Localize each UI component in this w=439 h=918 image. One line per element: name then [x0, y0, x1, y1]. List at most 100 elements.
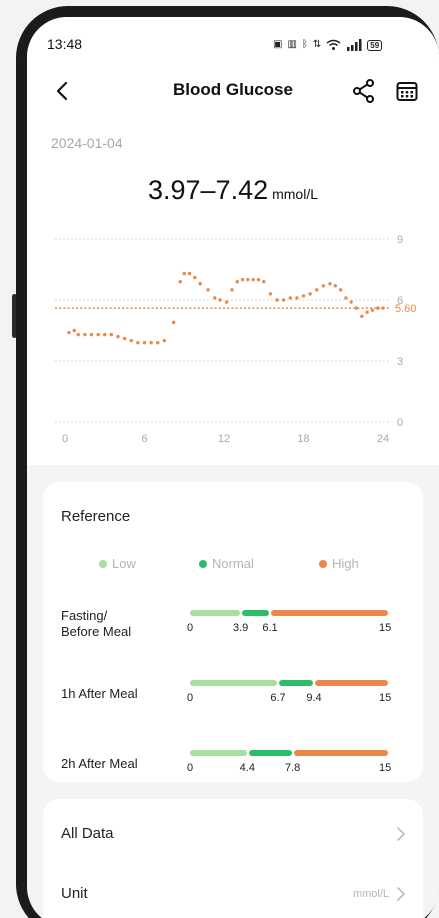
calendar-icon[interactable]: [395, 79, 419, 103]
vibrate-icon: ▥: [287, 39, 297, 50]
data-point: [171, 320, 176, 325]
data-point: [376, 306, 380, 310]
range-segment-normal: [242, 610, 270, 616]
legend-normal-dot: [199, 559, 207, 568]
share-icon[interactable]: [351, 78, 377, 104]
page-title: Blood Glucose: [173, 80, 293, 99]
data-point: [288, 296, 292, 300]
data-point: [218, 298, 222, 302]
range-segment-low: [190, 750, 247, 756]
legend-low-label: Low: [112, 556, 136, 571]
range-unit: mmol/L: [272, 186, 319, 202]
data-point: [275, 298, 279, 302]
data-point: [246, 277, 250, 282]
data-point: [142, 341, 147, 345]
range-tick-label: 15: [379, 622, 392, 634]
data-point: [162, 338, 167, 343]
range-tick-label: 0: [187, 622, 194, 634]
range-tick-label: 3.9: [233, 622, 249, 634]
y-tick-label: 9: [397, 234, 403, 246]
x-tick-label: 6: [141, 433, 147, 445]
data-point: [256, 277, 261, 282]
app-bar: Blood Glucose: [27, 73, 439, 109]
data-point: [149, 341, 153, 345]
status-icons: ▣ ▥ ᛒ ⇅ 59: [273, 38, 383, 52]
x-tick-label: 24: [377, 433, 389, 445]
data-point: [315, 288, 319, 292]
date-label: 2024-01-04: [51, 135, 123, 151]
nfc-icon: ▣: [273, 39, 283, 50]
data-point: [129, 338, 133, 343]
data-point: [89, 332, 94, 337]
data-point: [76, 332, 80, 337]
screen: 13:48 ▣ ▥ ᛒ ⇅ 59 Blood Glucose 2024-01-0…: [27, 17, 439, 918]
range-segment-normal: [248, 750, 292, 756]
data-point: [354, 306, 359, 310]
chevron-right-icon: [397, 887, 406, 901]
data-point: [281, 298, 286, 302]
data-point: [224, 300, 229, 304]
data-point: [182, 271, 186, 276]
range-tick-label: 9.4: [306, 692, 322, 704]
data-point: [321, 284, 326, 288]
data-point: [328, 282, 332, 286]
ref-row-label: Fasting/ Before Meal: [61, 608, 131, 640]
data-point: [344, 296, 348, 300]
ref-row-label-line2: Before Meal: [61, 624, 132, 639]
wifi-icon: [326, 39, 341, 50]
data-point: [370, 308, 375, 312]
legend-normal: Normal: [199, 556, 254, 571]
data-point: [230, 288, 234, 292]
data-point: [83, 332, 87, 337]
device-frame: 13:48 ▣ ▥ ᛒ ⇅ 59 Blood Glucose 2024-01-0…: [0, 0, 439, 918]
data-point: [381, 306, 385, 310]
data-point: [72, 328, 76, 333]
range-bar: 0 3.9 6.1 15: [187, 610, 391, 634]
battery-icon: 59: [367, 39, 383, 51]
x-tick-label: 12: [218, 433, 230, 445]
list-item-label: All Data: [61, 825, 114, 842]
range-tick-label: 15: [379, 762, 392, 774]
data-point: [193, 275, 197, 280]
data-speed-icon: ⇅: [312, 39, 322, 50]
list-item-value: mmol/L: [352, 888, 389, 900]
range-tick-label: 4.4: [239, 762, 255, 774]
list-item-all-data[interactable]: All Data: [43, 805, 423, 865]
data-point: [109, 332, 114, 337]
range-segment-normal: [279, 680, 314, 686]
reference-row-2h: 2h After Meal 0 4.4 7.8 15: [43, 748, 423, 788]
range-tick-label: 6.7: [270, 692, 286, 704]
data-point: [122, 336, 127, 341]
ref-row-label: 2h After Meal: [61, 756, 138, 771]
reference-legend: Low Normal High: [43, 556, 423, 576]
range-tick-label: 6.1: [262, 622, 278, 634]
data-point: [365, 310, 369, 314]
list-item-unit[interactable]: Unit mmol/L: [43, 865, 423, 918]
data-point: [295, 296, 299, 300]
reference-row-fasting: Fasting/ Before Meal 0 3.9 6.1 15: [43, 606, 423, 646]
y-tick-label: 0: [397, 417, 403, 429]
ref-row-label-line1: Fasting/: [61, 608, 108, 623]
data-point: [67, 330, 71, 335]
data-point: [96, 332, 100, 337]
settings-list: All Data Unit mmol/L: [43, 799, 423, 918]
legend-normal-label: Normal: [212, 556, 254, 571]
status-time: 13:48: [47, 36, 83, 52]
range-segment-high: [271, 610, 388, 616]
data-point: [268, 292, 273, 296]
glucose-chart[interactable]: 03690 6 12 18 245.60: [27, 217, 439, 457]
data-point: [240, 277, 245, 282]
data-point: [235, 280, 239, 284]
signal-icon: [347, 39, 362, 51]
data-point: [187, 271, 192, 276]
data-point: [262, 280, 266, 284]
data-point: [206, 288, 210, 292]
list-item-label: Unit: [61, 885, 88, 902]
reference-card: Reference Low Normal High Fasting/ Befor…: [43, 482, 423, 782]
data-point: [103, 332, 107, 337]
legend-high: High: [319, 556, 359, 571]
range-tick-label: 0: [187, 692, 194, 704]
reference-line-label: 5.60: [395, 303, 416, 315]
status-bar: 13:48 ▣ ▥ ᛒ ⇅ 59: [27, 35, 439, 57]
data-point: [178, 280, 182, 284]
